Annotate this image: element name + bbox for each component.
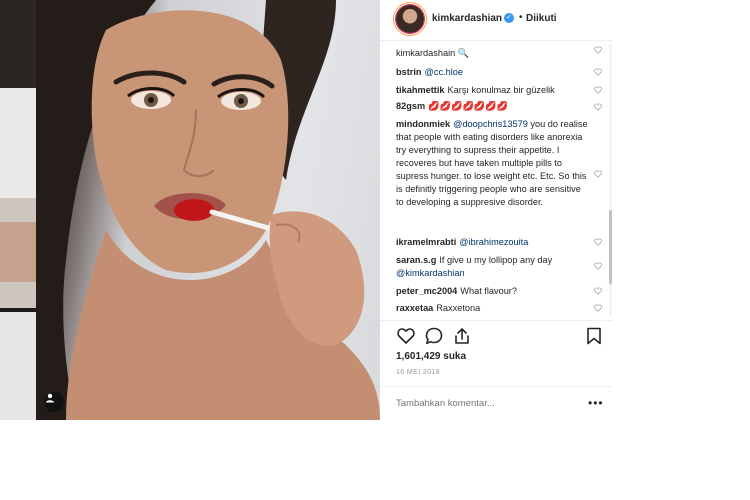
comment-author[interactable]: mindonmiek [396,119,450,129]
comment: tikahmettik Karşı konulmaz bir güzelik [396,84,588,97]
username[interactable]: kimkardashian [432,13,502,24]
comment-text: Karşı konulmaz bir güzelik [447,85,555,95]
comment: mindonmiek @doopchris13579 you do realise… [396,118,588,209]
strip-block [0,88,36,198]
comment-author[interactable]: tikahmettik [396,85,445,95]
comment-text: If give u my lollipop any day [439,255,553,265]
comment: saran.s.g If give u my lollipop any day @k… [396,254,588,280]
comment-mention[interactable]: @ibrahimezouita [459,237,528,247]
comment: bstrin @cc.hloe [396,66,588,79]
comment-mention[interactable]: @kimkardashian [396,268,465,278]
strip-block [0,0,36,88]
post-photo[interactable] [36,0,380,420]
heart-icon[interactable] [594,86,602,94]
comment-author[interactable]: raxxetaa [396,303,433,313]
heart-icon[interactable] [594,46,602,54]
comment-mention[interactable]: @doopchris13579 [453,119,528,129]
comment: ikramelmrabti @ibrahimezouita [396,236,588,249]
post-sidebar: kimkardashian ✓ • Diikuti kimkardashain … [380,0,612,420]
avatar[interactable] [396,5,424,33]
comment-author[interactable]: saran.s.g [396,255,436,265]
heart-icon[interactable] [594,304,602,312]
verified-icon: ✓ [504,13,514,23]
heart-icon[interactable] [594,262,602,270]
heart-icon[interactable] [594,103,602,111]
comment-text: kimkardashain 🔍 [396,48,470,58]
scrollbar-thumb[interactable] [609,210,612,284]
comment-text: 💋💋💋💋💋💋💋 [428,101,509,111]
heart-icon[interactable] [396,326,416,346]
comment-icon[interactable] [424,326,444,346]
comment-author[interactable]: ikramelmrabti [396,237,456,247]
comment: raxxetaa Raxxetona [396,302,588,315]
post-date: 16 MEI 2018 [396,369,441,376]
comment: 82gsm 💋💋💋💋💋💋💋 [396,100,588,113]
bookmark-icon[interactable] [584,326,604,346]
likes-count[interactable]: 1,601,429 suka [396,351,466,362]
user-tag-icon [46,393,54,403]
heart-icon[interactable] [594,238,602,246]
comment-mention[interactable]: @cc.hloe [425,67,463,77]
comment-author[interactable]: peter_mc2004 [396,286,457,296]
comment-text: Raxxetona [436,303,481,313]
more-options-icon[interactable]: ••• [588,397,604,409]
comment-text: What flavour? [460,286,517,296]
previous-post-strip[interactable] [0,0,36,420]
user-tag-button[interactable] [44,392,64,412]
comment-author[interactable]: bstrin [396,67,422,77]
comment-text: you do realise that people with eating d… [396,119,588,207]
strip-block [0,312,36,420]
add-comment-input[interactable] [396,395,576,411]
separator-dot: • [519,12,523,23]
heart-icon[interactable] [594,287,602,295]
comments-list[interactable]: kimkardashain 🔍 bstrin @cc.hloe tikahmett… [396,44,602,316]
comment: kimkardashain 🔍 [396,47,588,60]
post-photo-illustration [36,0,380,420]
strip-block [0,222,36,282]
follow-button[interactable]: Diikuti [526,13,557,24]
share-icon[interactable] [452,326,472,346]
heart-icon[interactable] [594,170,602,178]
heart-icon[interactable] [594,68,602,76]
comment-author[interactable]: 82gsm [396,101,425,111]
post-header: kimkardashian ✓ • Diikuti [380,0,612,41]
comment: peter_mc2004 What flavour? [396,285,588,298]
